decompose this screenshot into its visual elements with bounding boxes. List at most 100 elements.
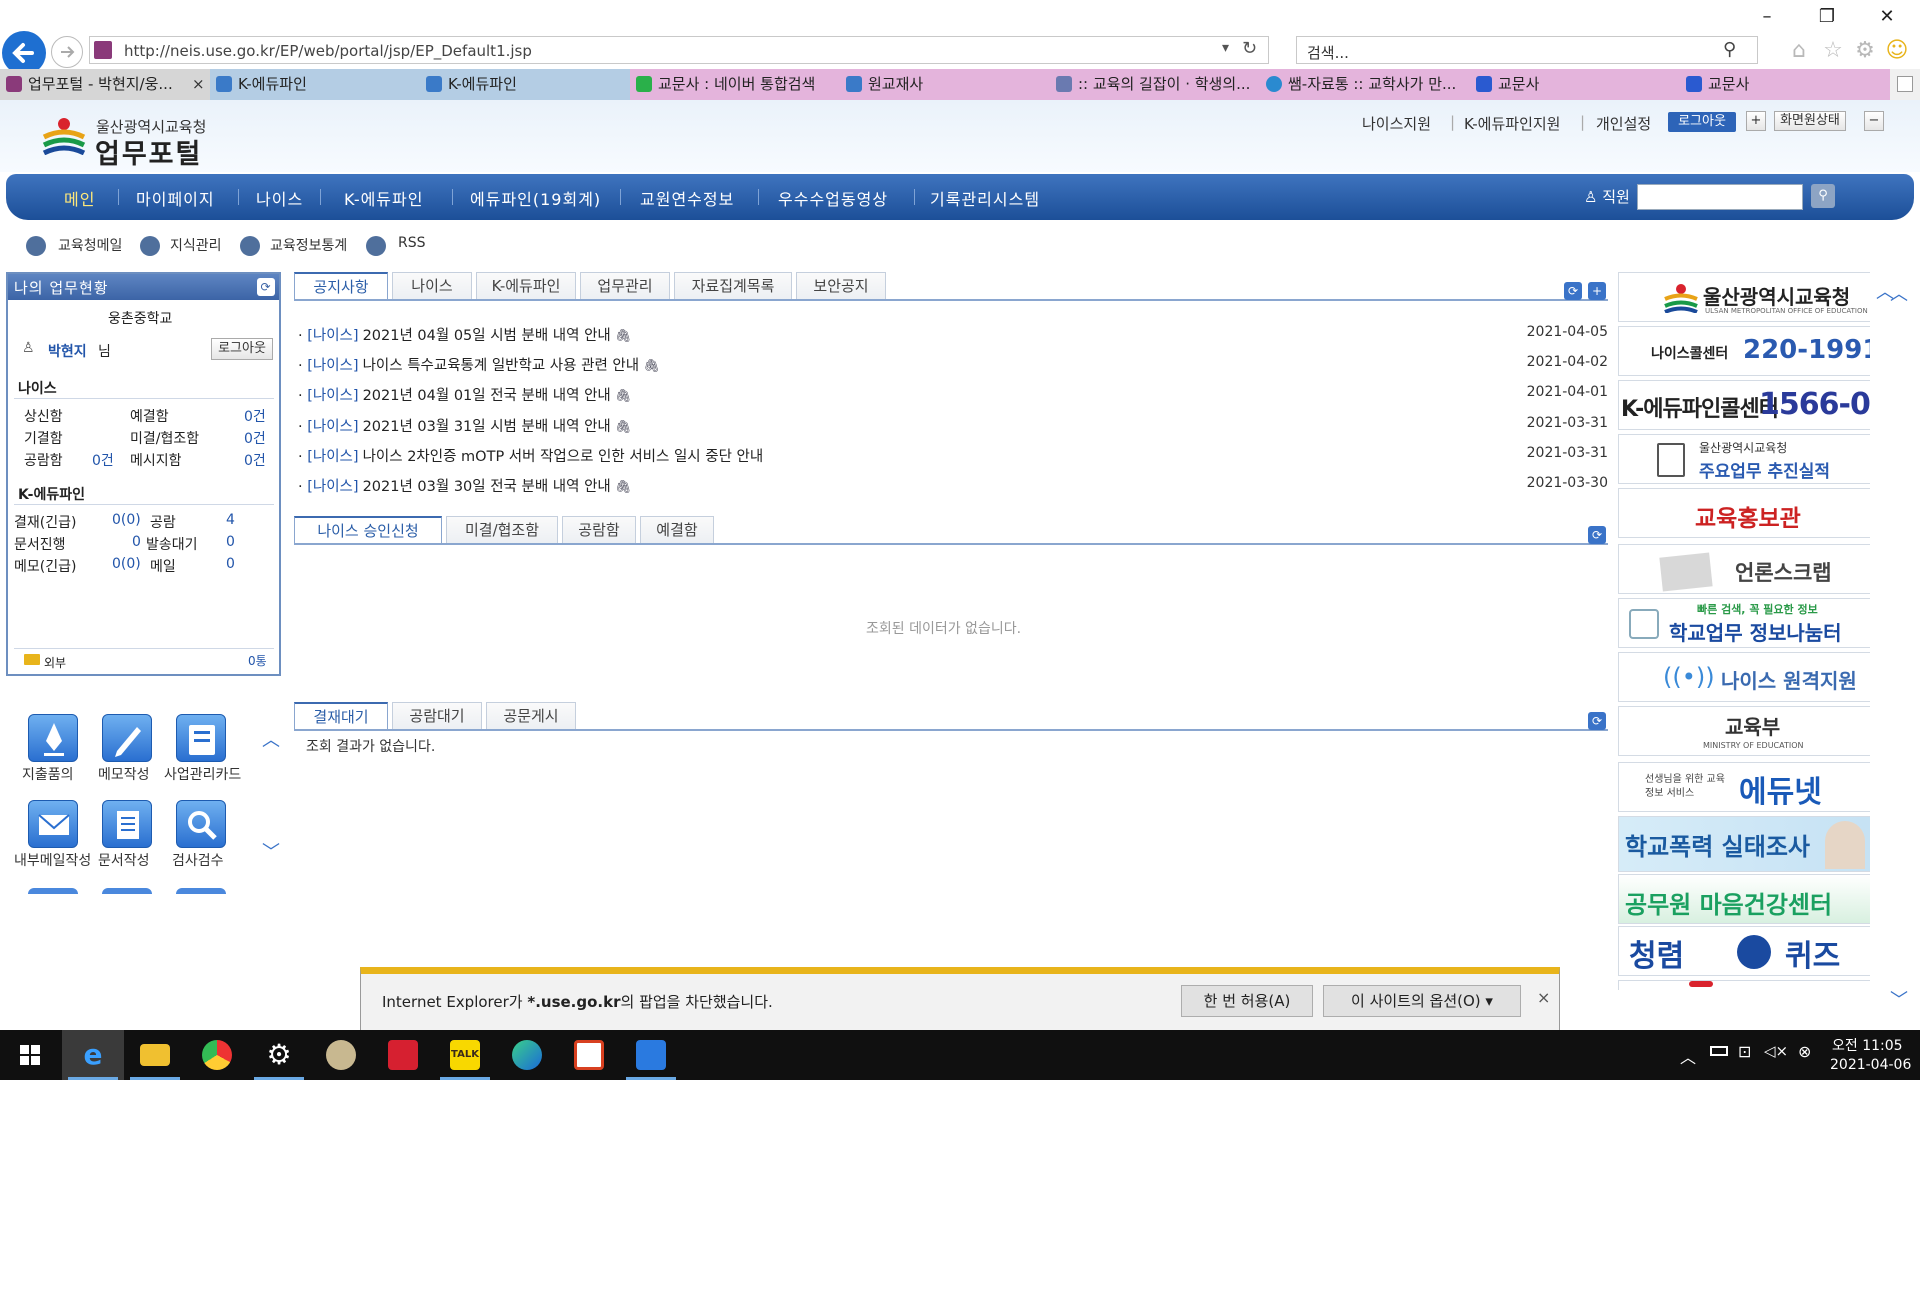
edufine-count[interactable]: 4 <box>226 512 235 528</box>
notice-tag[interactable]: [나이스] <box>307 358 358 374</box>
banner-neis-remote[interactable]: ((•)) 나이스 원격지원 <box>1618 652 1870 702</box>
banner-school-violence-survey[interactable]: 학교폭력 실태조사 <box>1618 816 1870 872</box>
nav-mypage[interactable]: 마이페이지 <box>136 186 215 210</box>
browser-tab-edufine-2[interactable]: K-에듀파인 <box>420 69 630 100</box>
banner-info-sharing[interactable]: 빠른 검색, 꼭 필요한 정보 학교업무 정보나눔터 <box>1618 598 1870 648</box>
browser-tab-ssam[interactable]: 쌤-자료통 :: 교학사가 만... <box>1260 69 1470 100</box>
notice-title[interactable]: 2021년 03월 31일 시범 분배 내역 안내 <box>363 419 611 435</box>
network-icon[interactable]: ⊡ <box>1738 1042 1751 1061</box>
neis-circulation[interactable]: 공람함 <box>24 450 63 470</box>
refresh-icon[interactable]: ⟳ <box>257 278 275 296</box>
tab-neis[interactable]: 나이스 <box>392 272 472 300</box>
forward-button[interactable] <box>51 36 83 68</box>
notice-row[interactable]: · [나이스] 나이스 특수교육통계 일반학교 사용 관련 안내 🖇 2021-04-… <box>298 354 1608 378</box>
banner-major-work[interactable]: 울산광역시교육청 주요업무 추진실적 <box>1618 434 1870 484</box>
allow-once-button[interactable]: 한 번 허용(A) <box>1181 985 1313 1017</box>
neis-count[interactable]: 0건 <box>244 428 266 448</box>
clock-date[interactable]: 2021-04-06 <box>1830 1057 1911 1073</box>
notice-row[interactable]: · [나이스] 2021년 04월 05일 시범 분배 내역 안내 🖇 2021-04… <box>298 324 1608 348</box>
link-personal-settings[interactable]: 개인설정 <box>1596 113 1651 134</box>
notice-title[interactable]: 2021년 04월 05일 시범 분배 내역 안내 <box>363 328 611 344</box>
notice-tag[interactable]: [나이스] <box>307 388 358 404</box>
browser-tab-gyomunsa-2[interactable]: 교문사 <box>1680 69 1890 100</box>
close-tab-icon[interactable]: × <box>192 69 205 100</box>
notice-row[interactable]: · [나이스] 나이스 2차인증 mOTP 서버 작업으로 인한 서비스 일시 중… <box>298 445 1608 469</box>
smiley-feedback-icon[interactable]: ☺ <box>1884 38 1910 64</box>
notice-title[interactable]: 2021년 04월 01일 전국 분배 내역 안내 <box>363 388 611 404</box>
chevron-up-icon[interactable]: ︿ <box>262 726 280 752</box>
taskbar-settings[interactable]: ⚙ <box>248 1030 310 1080</box>
nav-records-system[interactable]: 기록관리시스템 <box>930 186 1040 210</box>
tab-neis-approval[interactable]: 나이스 승인신청 <box>294 516 442 544</box>
internal-mail-app[interactable] <box>28 800 78 848</box>
zoom-out-button[interactable]: − <box>1864 111 1884 131</box>
tab-circulation-waiting[interactable]: 공람대기 <box>392 702 482 730</box>
notice-title[interactable]: 나이스 특수교육통계 일반학교 사용 관련 안내 <box>363 358 640 374</box>
maximize-button[interactable]: ❐ <box>1804 6 1850 30</box>
edufine-count[interactable]: 0 <box>132 534 141 550</box>
banner-ministry-education[interactable]: 교육부 MINISTRY OF EDUCATION <box>1618 706 1870 756</box>
more-plus-icon[interactable]: + <box>1588 282 1606 300</box>
minimize-button[interactable]: – <box>1744 6 1790 30</box>
link-rss[interactable]: RSS <box>398 235 426 251</box>
notice-row[interactable]: · [나이스] 2021년 03월 31일 시범 분배 내역 안내 🖇 2021-03… <box>298 415 1608 439</box>
project-card-app[interactable] <box>176 714 226 762</box>
tab-official-board[interactable]: 공문게시 <box>486 702 576 730</box>
inspection-app[interactable] <box>176 800 226 848</box>
external-mail-label[interactable]: 외부 <box>44 654 66 671</box>
battery-icon[interactable] <box>1710 1046 1728 1056</box>
tab-work-management[interactable]: 업무관리 <box>580 272 670 300</box>
scroll-up-icon[interactable]: ︿ <box>1890 280 1908 306</box>
nav-teacher-training[interactable]: 교원연수정보 <box>640 186 734 210</box>
notice-tag[interactable]: [나이스] <box>307 479 358 495</box>
refresh-icon[interactable]: ↻ <box>1242 38 1257 59</box>
taskbar-app[interactable] <box>620 1030 682 1080</box>
browser-tab-naver[interactable]: 교문사 : 네이버 통합검색 <box>630 69 840 100</box>
edufine-circulation[interactable]: 공람 <box>150 512 176 532</box>
tab-k-edufine[interactable]: K-에듀파인 <box>476 272 576 300</box>
expense-request-app[interactable] <box>28 714 78 762</box>
logo-title[interactable]: 업무포털 <box>95 132 202 171</box>
settings-gear-icon[interactable]: ⚙ <box>1852 38 1878 64</box>
banner-edufine-callcenter[interactable]: K-에듀파인콜센터 1566-0066 <box>1618 380 1870 430</box>
taskbar-hancom[interactable] <box>558 1030 620 1080</box>
neis-count[interactable]: 0건 <box>92 450 114 470</box>
user-name[interactable]: 박현지 <box>48 341 87 361</box>
tab-security-notices[interactable]: 보안공지 <box>796 272 886 300</box>
external-mail-count[interactable]: 0통 <box>248 652 267 669</box>
neis-pre-approved[interactable]: 예결함 <box>130 406 169 426</box>
notice-row[interactable]: · [나이스] 2021년 04월 01일 전국 분배 내역 안내 🖇 2021-04… <box>298 384 1608 408</box>
neis-submitted[interactable]: 상신함 <box>24 406 63 426</box>
neis-count[interactable]: 0건 <box>244 450 266 470</box>
link-office-mail[interactable]: 교육청메일 <box>58 235 122 255</box>
neis-approved[interactable]: 기결함 <box>24 428 63 448</box>
notice-tag[interactable]: [나이스] <box>307 419 358 435</box>
refresh-icon[interactable]: ⟳ <box>1588 526 1606 544</box>
memo-write-app[interactable] <box>102 714 152 762</box>
browser-tab-wonkyojae[interactable]: 원교재사 <box>840 69 1050 100</box>
nav-class-videos[interactable]: 우수수업동영상 <box>778 186 888 210</box>
site-options-button[interactable]: 이 사이트의 옵션(O) ▾ <box>1323 985 1521 1017</box>
zoom-in-button[interactable]: + <box>1746 111 1766 131</box>
taskbar-file-explorer[interactable] <box>124 1030 186 1080</box>
nav-edufine-19[interactable]: 에듀파인(19회계) <box>470 186 601 210</box>
neis-pending[interactable]: 미결/협조함 <box>130 428 199 448</box>
notification-blocked-icon[interactable]: ⊗ <box>1798 1042 1811 1061</box>
banner-integrity-quiz[interactable]: 청렴 퀴즈 <box>1618 926 1870 976</box>
edufine-count[interactable]: 0 <box>226 534 235 550</box>
neis-messages[interactable]: 메시지함 <box>130 450 182 470</box>
browser-tab-gyomunsa-1[interactable]: 교문사 <box>1470 69 1680 100</box>
close-window-button[interactable]: ✕ <box>1864 6 1910 30</box>
banner-ulsan-office[interactable]: 울산광역시교육청 ULSAN METROPOLITAN OFFICE OF ED… <box>1618 272 1870 322</box>
link-neis-support[interactable]: 나이스지원 <box>1362 113 1431 134</box>
browser-tab-portal[interactable]: 업무포털 - 박현지/웅... × <box>0 69 210 100</box>
tray-chevron-up-icon[interactable]: ︿ <box>1680 1044 1696 1068</box>
address-bar[interactable]: http://neis.use.go.kr/EP/web/portal/jsp/… <box>89 36 1269 64</box>
dropdown-icon[interactable]: ▾ <box>1222 40 1229 56</box>
notice-title[interactable]: 나이스 2차인증 mOTP 서버 작업으로 인한 서비스 일시 중단 안내 <box>363 449 764 465</box>
link-edu-stats[interactable]: 교육정보통계 <box>270 235 347 255</box>
edufine-count[interactable]: 0(0) <box>112 556 141 572</box>
header-logout-button[interactable]: 로그아웃 <box>1668 112 1736 132</box>
taskbar-edge[interactable] <box>496 1030 558 1080</box>
taskbar-hwp[interactable] <box>372 1030 434 1080</box>
